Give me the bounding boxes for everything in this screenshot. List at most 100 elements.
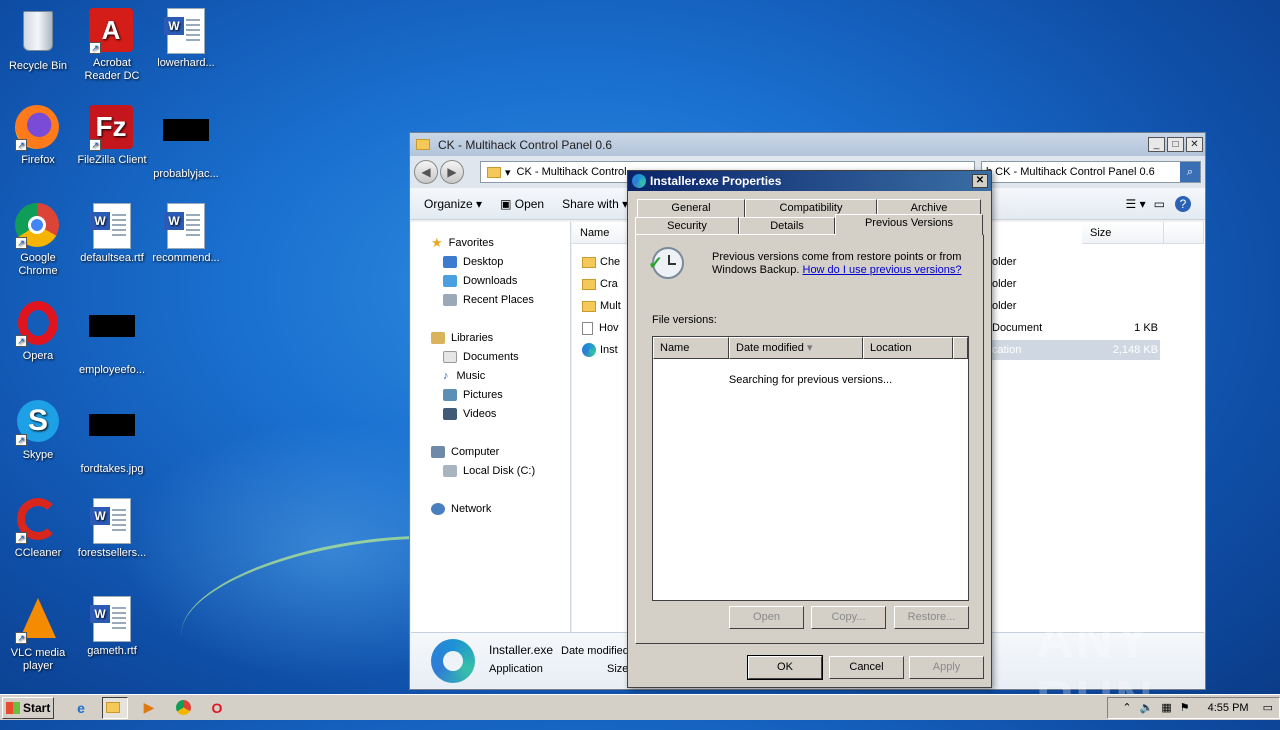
desktop-icon-lowerhard[interactable]: W lowerhard... xyxy=(148,8,224,70)
organize-button[interactable]: Organize ▾ xyxy=(424,197,482,211)
maximize-button[interactable]: □ xyxy=(1167,137,1184,152)
tab-previous-versions[interactable]: Previous Versions xyxy=(835,214,983,235)
nav-documents[interactable]: Documents xyxy=(443,348,519,365)
help-icon[interactable]: ? xyxy=(1175,195,1191,212)
nav-videos[interactable]: Videos xyxy=(443,405,496,422)
desktop-icon-acrobat[interactable]: A ↗ Acrobat Reader DC xyxy=(74,8,150,83)
tab-label: Compatibility xyxy=(779,202,843,214)
minimize-button[interactable]: _ xyxy=(1148,137,1165,152)
nav-pictures[interactable]: Pictures xyxy=(443,386,503,403)
word-document-icon: W xyxy=(89,596,135,642)
view-options-icon[interactable]: ☰ ▾ xyxy=(1126,197,1146,211)
desktop-icon-gameth[interactable]: W gameth.rtf xyxy=(74,596,150,658)
nav-network[interactable]: Network xyxy=(431,500,491,517)
dialog-titlebar[interactable]: Installer.exe Properties ✕ xyxy=(628,171,991,191)
nav-music[interactable]: ♪ Music xyxy=(443,367,485,384)
tab-general[interactable]: General xyxy=(637,199,745,217)
table-row[interactable]: Che xyxy=(582,252,620,272)
nav-desktop[interactable]: Desktop xyxy=(443,253,503,270)
desktop-icon-skype[interactable]: S ↗ Skype xyxy=(0,400,76,462)
desktop-icon-chrome[interactable]: ↗ Google Chrome xyxy=(0,203,76,278)
forward-button[interactable]: ▶ xyxy=(440,160,464,184)
folder-icon xyxy=(416,139,430,150)
nav-libraries[interactable]: Libraries xyxy=(431,329,493,346)
folder-icon xyxy=(487,166,501,178)
show-desktop-icon[interactable]: ▭ xyxy=(1263,701,1273,714)
nav-downloads[interactable]: Downloads xyxy=(443,272,517,289)
list-header-label: Name xyxy=(660,342,690,354)
table-row[interactable]: Cra xyxy=(582,274,618,294)
list-header-name[interactable]: Name xyxy=(653,337,729,359)
help-link[interactable]: How do I use previous versions? xyxy=(803,264,962,276)
tray-expand-icon[interactable]: ⌃ xyxy=(1122,701,1131,714)
nav-favorites[interactable]: ★ Favorites xyxy=(431,234,494,251)
nav-recent-places[interactable]: Recent Places xyxy=(443,291,534,308)
explorer-titlebar[interactable]: CK - Multihack Control Panel 0.6 _ □ ✕ xyxy=(410,133,1205,156)
chevron-down-icon: ▾ xyxy=(505,166,511,179)
copy-version-button[interactable]: Copy... xyxy=(811,606,886,629)
apply-button[interactable]: Apply xyxy=(909,656,984,679)
desktop-icon-firefox[interactable]: ↗ Firefox xyxy=(0,105,76,167)
tab-security[interactable]: Security xyxy=(635,217,739,235)
desktop-icon-probablyjac[interactable]: probablyjac... xyxy=(148,105,224,181)
open-version-button[interactable]: Open xyxy=(729,606,804,629)
documents-icon xyxy=(443,350,457,363)
word-document-icon: W xyxy=(163,203,209,249)
desktop-icon-fordtakes[interactable]: fordtakes.jpg xyxy=(74,400,150,476)
close-button[interactable]: ✕ xyxy=(1186,137,1203,152)
network-tray-icon[interactable]: ▦ xyxy=(1161,701,1171,714)
word-document-icon: W xyxy=(89,203,135,249)
explorer-taskbar-icon[interactable] xyxy=(102,696,128,719)
row-name: Inst xyxy=(600,344,618,356)
back-button[interactable]: ◀ xyxy=(414,160,438,184)
cancel-button[interactable]: Cancel xyxy=(829,656,904,679)
column-header-extra[interactable] xyxy=(1164,222,1204,244)
column-header-name[interactable]: Name xyxy=(572,222,632,244)
nav-local-disk[interactable]: Local Disk (C:) xyxy=(443,462,535,479)
row-name: Hov xyxy=(599,322,619,334)
tab-details[interactable]: Details xyxy=(739,217,835,235)
list-header-date-modified[interactable]: Date modified ▾ xyxy=(729,337,863,359)
internet-explorer-icon[interactable]: e xyxy=(68,697,94,719)
desktop-icon xyxy=(443,255,457,268)
nav-computer[interactable]: Computer xyxy=(431,443,499,460)
table-row[interactable]: Hov xyxy=(582,318,619,338)
opera-taskbar-icon[interactable]: O xyxy=(204,697,230,719)
volume-icon[interactable]: 🔈 xyxy=(1140,701,1154,714)
desktop-icon-defaultsea[interactable]: W defaultsea.rtf xyxy=(74,203,150,265)
close-button[interactable]: ✕ xyxy=(972,174,988,188)
desktop-icon-recycle-bin[interactable]: Recycle Bin xyxy=(0,8,76,73)
tab-label: Details xyxy=(770,220,804,232)
chrome-taskbar-icon[interactable] xyxy=(170,697,196,719)
table-row[interactable]: Inst xyxy=(582,340,618,360)
desktop-icon-employeefo[interactable]: employeefo... xyxy=(74,301,150,377)
redacted-thumbnail-icon xyxy=(89,414,135,460)
info-text: Previous versions come from restore poin… xyxy=(712,251,972,277)
file-versions-list[interactable]: Name Date modified ▾ Location Searching … xyxy=(652,336,969,601)
table-row[interactable]: Mult xyxy=(582,296,621,316)
nav-label: Favorites xyxy=(448,236,494,249)
desktop-icon-opera[interactable]: ↗ Opera xyxy=(0,301,76,363)
nav-label: Downloads xyxy=(463,274,518,287)
desktop-icon-filezilla[interactable]: Fz ↗ FileZilla Client xyxy=(74,105,150,167)
share-button[interactable]: Share with ▾ xyxy=(562,197,628,211)
search-input[interactable]: h CK - Multihack Control Panel 0.6 ⌕ xyxy=(981,161,1201,183)
list-header-location[interactable]: Location xyxy=(863,337,953,359)
desktop-icon-vlc[interactable]: ↗ VLC media player xyxy=(0,596,76,673)
column-header-size[interactable]: Size xyxy=(1082,222,1164,244)
desktop-icon-recommend[interactable]: W recommend... xyxy=(148,203,224,265)
start-button[interactable]: Start xyxy=(2,696,54,719)
open-button[interactable]: ▣ Open xyxy=(500,197,544,211)
action-center-flag-icon[interactable]: ⚑ xyxy=(1180,701,1190,714)
word-document-icon: W xyxy=(89,498,135,544)
media-player-icon[interactable]: ▶ xyxy=(136,697,162,719)
search-icon[interactable]: ⌕ xyxy=(1180,162,1200,182)
word-document-icon: W xyxy=(163,8,209,54)
desktop-icon-ccleaner[interactable]: ↗ CCleaner xyxy=(0,498,76,560)
restore-version-button[interactable]: Restore... xyxy=(894,606,969,629)
clock[interactable]: 4:55 PM xyxy=(1208,702,1249,714)
preview-pane-icon[interactable]: ▭ xyxy=(1154,197,1165,211)
ok-button[interactable]: OK xyxy=(747,655,823,680)
desktop-icon-forestsellers[interactable]: W forestsellers... xyxy=(74,498,150,560)
drive-icon xyxy=(443,464,457,477)
